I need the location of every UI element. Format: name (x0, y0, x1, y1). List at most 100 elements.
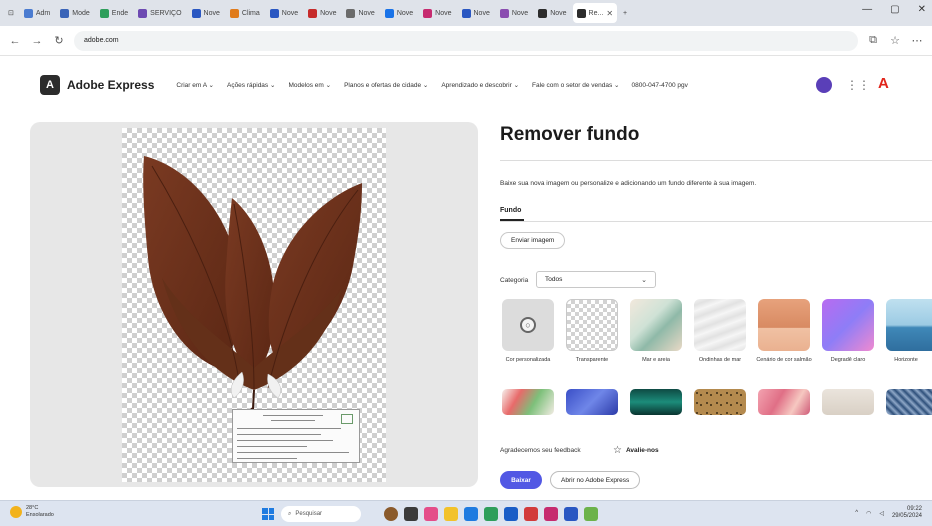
taskbar-app-icon[interactable] (484, 507, 498, 521)
taskbar-search[interactable]: ⌕ Pesquisar (281, 506, 361, 522)
browser-tab[interactable]: Nove (534, 3, 570, 23)
feedback-text: Agradecemos seu feedback (500, 447, 581, 454)
tab-favicon-icon (99, 8, 109, 18)
browser-tab[interactable]: Mode (56, 3, 94, 23)
back-icon[interactable]: ← (8, 35, 22, 47)
url-host: adobe.com (84, 37, 119, 44)
browser-tab[interactable]: Nove (304, 3, 340, 23)
adobe-logo-icon[interactable]: A (878, 75, 889, 92)
browser-tab[interactable]: SERVIÇO (134, 3, 185, 23)
taskbar-app-icon[interactable] (404, 507, 418, 521)
category-label: Categoria (500, 277, 529, 284)
clock-date: 29/05/2024 (891, 513, 922, 519)
speaker-icon[interactable]: ◁ (879, 510, 884, 517)
taskbar-app-icon[interactable] (544, 507, 558, 521)
browser-tab[interactable]: Nove (496, 3, 532, 23)
taskbar-app-icon[interactable] (424, 507, 438, 521)
forward-icon[interactable]: → (30, 35, 44, 47)
nav-item[interactable]: Aprendizado e descobrir ⌄ (441, 81, 519, 89)
background-swatch[interactable] (630, 389, 682, 415)
background-swatch[interactable] (886, 389, 932, 415)
edge-icon[interactable] (464, 507, 478, 521)
browser-tab[interactable]: Nove (458, 3, 494, 23)
app-switcher-icon[interactable]: ⋮⋮ (846, 78, 870, 92)
browser-tab[interactable]: Nove (342, 3, 378, 23)
taskbar-app-icon[interactable] (524, 507, 538, 521)
background-swatch-transparent[interactable] (566, 299, 618, 351)
browser-tab[interactable]: Nove (188, 3, 224, 23)
tab-favicon-icon (499, 8, 509, 18)
background-swatch[interactable] (758, 389, 810, 415)
background-swatch[interactable] (502, 389, 554, 415)
tab-favicon-icon (384, 8, 394, 18)
nav-item[interactable]: Ações rápidas ⌄ (227, 81, 275, 89)
reload-icon[interactable]: ↻ (52, 34, 66, 47)
nav-item[interactable]: Planos e ofertas de cidade ⌄ (344, 81, 428, 89)
weather-widget[interactable]: 28°C Ensolarado (10, 505, 54, 519)
taskbar-app-icon[interactable] (384, 507, 398, 521)
background-swatch-salmon-scene[interactable] (758, 299, 810, 351)
background-swatch[interactable] (694, 389, 746, 415)
extensions-icon[interactable]: ⧉ (866, 34, 880, 47)
tab-label: Ende (111, 9, 129, 17)
avatar[interactable] (816, 77, 832, 93)
search-icon: ⌕ (288, 510, 292, 517)
main-nav: Criar em A ⌄ Ações rápidas ⌄ Modelos em … (176, 81, 619, 89)
favorites-icon[interactable]: ☆ (888, 34, 902, 47)
background-swatch-sea-sand[interactable] (630, 299, 682, 351)
minimize-icon[interactable]: — (862, 4, 872, 15)
background-swatch-light-gradient[interactable] (822, 299, 874, 351)
background-swatch-custom-color[interactable]: ○ (502, 299, 554, 351)
rate-us-link[interactable]: ☆ Avalie-nos (613, 445, 659, 456)
browser-tab[interactable]: Nove (381, 3, 417, 23)
url-input[interactable]: adobe.com (74, 30, 858, 51)
browser-tab[interactable]: Ende (96, 3, 132, 23)
menu-icon[interactable]: ⋯ (910, 34, 924, 47)
background-swatch-waves[interactable] (694, 299, 746, 351)
swatch-label: Cenário de cor salmão (756, 357, 812, 363)
category-select[interactable]: Todos ⌄ (536, 271, 656, 288)
taskbar-app-icon[interactable] (584, 507, 598, 521)
browser-tab[interactable]: Nove (266, 3, 302, 23)
close-icon[interactable]: ✕ (918, 4, 926, 15)
close-tab-icon[interactable]: ✕ (606, 9, 613, 18)
taskbar-app-icon[interactable] (564, 507, 578, 521)
tab-label: Nove (473, 9, 490, 17)
tab-favicon-icon (269, 8, 279, 18)
brand-name[interactable]: Adobe Express (67, 78, 154, 92)
transparent-canvas (122, 128, 386, 482)
tab-label: Adm (35, 9, 51, 17)
windows-start-icon[interactable] (262, 508, 274, 520)
maximize-icon[interactable]: ▢ (890, 4, 899, 15)
file-explorer-icon[interactable] (444, 507, 458, 521)
wifi-icon[interactable]: ◠ (866, 510, 871, 517)
nav-item[interactable]: Fale com o setor de vendas ⌄ (532, 81, 619, 89)
browser-tab[interactable]: Adm (20, 3, 54, 23)
new-tab-icon[interactable]: + (619, 3, 631, 23)
background-swatch[interactable] (822, 389, 874, 415)
browser-tab-active[interactable]: Re... ✕ (572, 3, 618, 23)
rate-label: Avalie-nos (625, 447, 659, 454)
download-button[interactable]: Baixar (500, 471, 542, 489)
taskbar-app-icon[interactable] (504, 507, 518, 521)
adobe-express-logo[interactable]: A (40, 75, 60, 95)
browser-tab[interactable]: Clima (226, 3, 264, 23)
tab-label: Nove (511, 9, 529, 17)
background-swatch-horizon[interactable] (886, 299, 932, 351)
tab-actions-icon[interactable]: ⊡ (4, 3, 18, 23)
clock[interactable]: 09:22 29/05/2024 (892, 506, 922, 520)
specimen-label-image (232, 409, 360, 463)
upload-image-button[interactable]: Enviar imagem (500, 232, 566, 249)
tab-background[interactable]: Fundo (500, 207, 521, 214)
nav-item[interactable]: Modelos em ⌄ (288, 81, 331, 89)
tab-label: Nove (396, 9, 414, 17)
background-swatch[interactable] (566, 389, 618, 415)
browser-tab-strip: ⊡ Adm Mode Ende SERVIÇO Nove Clima Nove Nove Nove… (0, 0, 932, 26)
sales-phone[interactable]: 0800-047-4700 pgv (632, 82, 688, 89)
swatch-label: Cor personalizada (505, 357, 551, 363)
chevron-up-icon[interactable]: ^ (855, 510, 858, 516)
nav-item[interactable]: Criar em A ⌄ (176, 81, 214, 89)
swatch-label: Horizonte (894, 357, 918, 363)
open-in-adobe-express-button[interactable]: Abrir no Adobe Express (550, 471, 641, 489)
browser-tab[interactable]: Nove (419, 3, 455, 23)
